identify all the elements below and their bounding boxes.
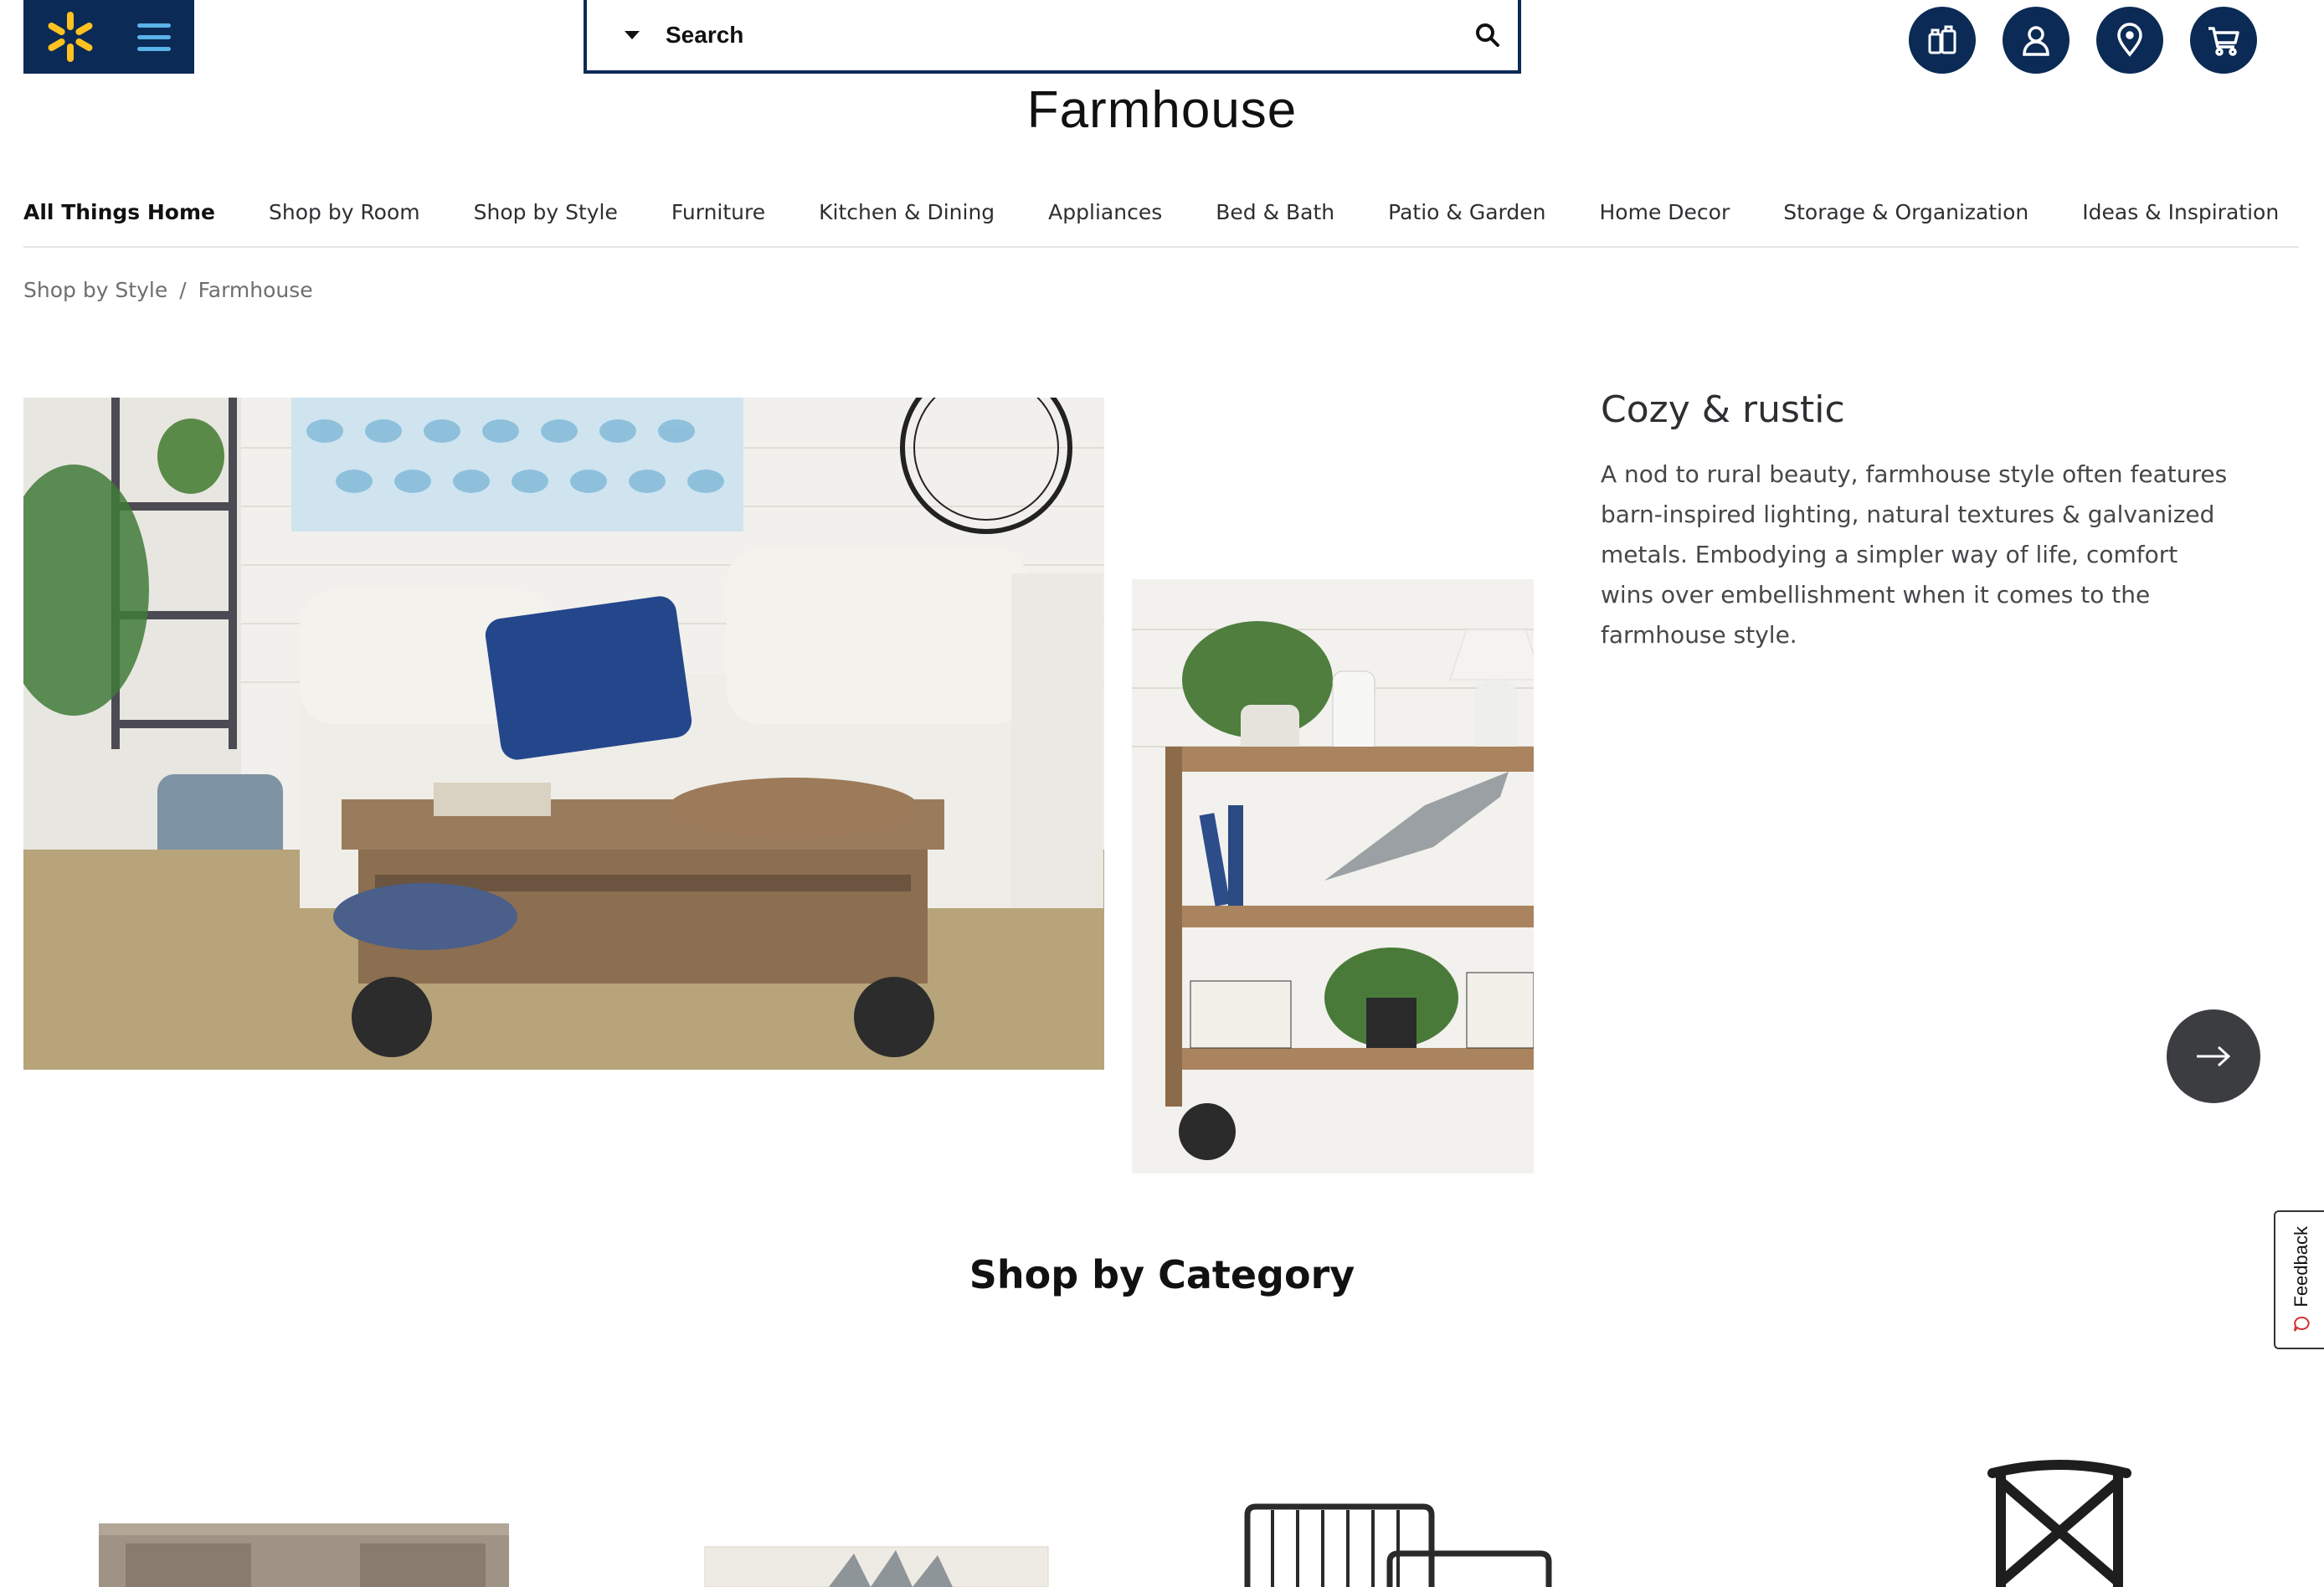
nav-home-decor[interactable]: Home Decor bbox=[1600, 200, 1730, 224]
walmart-spark-logo[interactable] bbox=[42, 8, 99, 65]
breadcrumb-separator: / bbox=[179, 278, 187, 302]
reorder-icon bbox=[1928, 25, 1956, 54]
location-pin-icon bbox=[2117, 23, 2142, 57]
breadcrumb: Shop by Style / Farmhouse bbox=[23, 278, 313, 302]
shop-by-category-title: Shop by Category bbox=[969, 1252, 1355, 1297]
arrow-right-icon bbox=[2197, 1045, 2231, 1067]
chat-bubble-icon bbox=[2294, 1317, 2310, 1332]
page-title: Farmhouse bbox=[1026, 81, 1298, 139]
farmhouse-living-room-photo bbox=[23, 398, 1104, 1070]
metal-bed-image bbox=[1244, 1503, 1552, 1587]
page: Farmhouse All Things Home Shop by Room S… bbox=[0, 0, 2324, 1587]
nav-patio-garden[interactable]: Patio & Garden bbox=[1388, 200, 1545, 224]
wall-decor-image bbox=[704, 1546, 1049, 1587]
logo-block bbox=[23, 0, 194, 74]
search-bar bbox=[584, 0, 1521, 74]
carousel-next-button[interactable] bbox=[2167, 1009, 2260, 1103]
search-icon bbox=[1476, 23, 1499, 47]
category-tile-wall-decor[interactable] bbox=[703, 1423, 1055, 1587]
category-nav: All Things Home Shop by Room Shop by Sty… bbox=[23, 177, 2299, 248]
cart-icon bbox=[2208, 27, 2239, 56]
nav-shop-by-room[interactable]: Shop by Room bbox=[269, 200, 420, 224]
tv-stand-image bbox=[99, 1523, 509, 1587]
department-dropdown[interactable] bbox=[605, 0, 659, 70]
hero-copy: Cozy & rustic A nod to rural beauty, far… bbox=[1601, 388, 2237, 655]
nav-kitchen-dining[interactable]: Kitchen & Dining bbox=[819, 200, 995, 224]
reorder-button[interactable] bbox=[1909, 7, 1976, 74]
nav-appliances[interactable]: Appliances bbox=[1048, 200, 1162, 224]
category-tile-metal-bed[interactable] bbox=[1239, 1423, 1674, 1587]
breadcrumb-current: Farmhouse bbox=[198, 278, 313, 302]
nav-storage-organization[interactable]: Storage & Organization bbox=[1783, 200, 2028, 224]
farmhouse-shelf-cart-photo bbox=[1132, 579, 1534, 1174]
chair-image bbox=[1987, 1460, 2131, 1587]
nav-all-things-home[interactable]: All Things Home bbox=[23, 200, 215, 224]
account-icon bbox=[2023, 26, 2049, 56]
nav-bed-bath[interactable]: Bed & Bath bbox=[1216, 200, 1334, 224]
store-location-button[interactable] bbox=[2096, 7, 2163, 74]
search-input[interactable] bbox=[659, 0, 1458, 70]
search-button[interactable] bbox=[1458, 0, 1518, 70]
category-tile-tv-stand[interactable] bbox=[92, 1423, 511, 1587]
nav-ideas-inspiration[interactable]: Ideas & Inspiration bbox=[2082, 200, 2279, 224]
category-tile-chair[interactable] bbox=[1976, 1456, 2160, 1587]
nav-shop-by-style[interactable]: Shop by Style bbox=[474, 200, 618, 224]
cart-button[interactable] bbox=[2190, 7, 2257, 74]
caret-down-icon bbox=[625, 31, 640, 39]
breadcrumb-parent-link[interactable]: Shop by Style bbox=[23, 278, 167, 302]
hero-body: A nod to rural beauty, farmhouse style o… bbox=[1601, 460, 2228, 649]
hamburger-menu-icon[interactable] bbox=[131, 13, 177, 60]
hero-heading: Cozy & rustic bbox=[1601, 388, 1845, 431]
header-actions bbox=[1909, 7, 2257, 74]
nav-furniture[interactable]: Furniture bbox=[671, 200, 765, 224]
account-button[interactable] bbox=[2003, 7, 2069, 74]
